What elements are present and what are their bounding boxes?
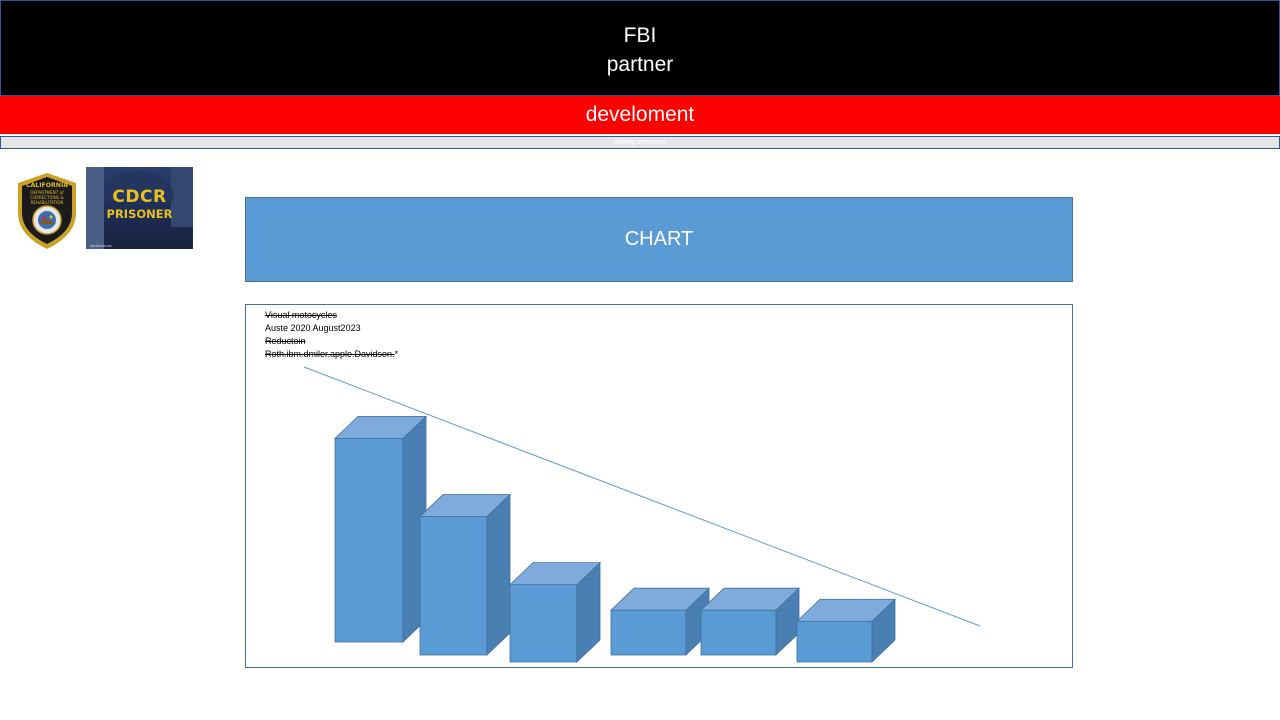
header-black-banner: FBI partner <box>0 0 1280 96</box>
chart-title-box: CHART <box>245 197 1073 282</box>
bar-front <box>796 620 873 663</box>
bar-front <box>610 609 687 656</box>
photo-prisoner-text: PRISONER <box>106 207 173 221</box>
bar-1 <box>334 415 427 643</box>
chart-frame: Visual motocycles Auste 2020 August2023 … <box>245 304 1073 668</box>
bar-front <box>334 437 404 643</box>
bar-4 <box>610 587 710 656</box>
bar-chart-3d <box>303 366 981 663</box>
bar-side <box>486 493 511 656</box>
bar-front <box>419 516 488 656</box>
svg-text:CALIFORNIA: CALIFORNIA <box>26 182 68 189</box>
bar-6 <box>796 598 896 663</box>
photo-credit: shutterstock <box>90 243 112 248</box>
cdcr-prisoner-photo: CDCR PRISONER shutterstock <box>86 167 193 249</box>
bar-2 <box>419 493 511 656</box>
header-subtitle-line: partner <box>606 53 674 76</box>
cdcr-seal-logo: CALIFORNIA DEPARTMENT of CORRECTIONS & R… <box>18 173 76 249</box>
bar-front <box>700 609 777 656</box>
header-title: FBI <box>623 24 657 47</box>
red-banner: develoment <box>0 96 1280 134</box>
bar-3 <box>509 561 601 663</box>
thin-banner: Stating tomorrow <box>0 136 1280 149</box>
bar-5 <box>700 587 800 656</box>
bar-front <box>509 584 578 663</box>
svg-text:REHABILITATION: REHABILITATION <box>31 200 64 205</box>
photo-cdcr-text: CDCR <box>112 187 167 207</box>
